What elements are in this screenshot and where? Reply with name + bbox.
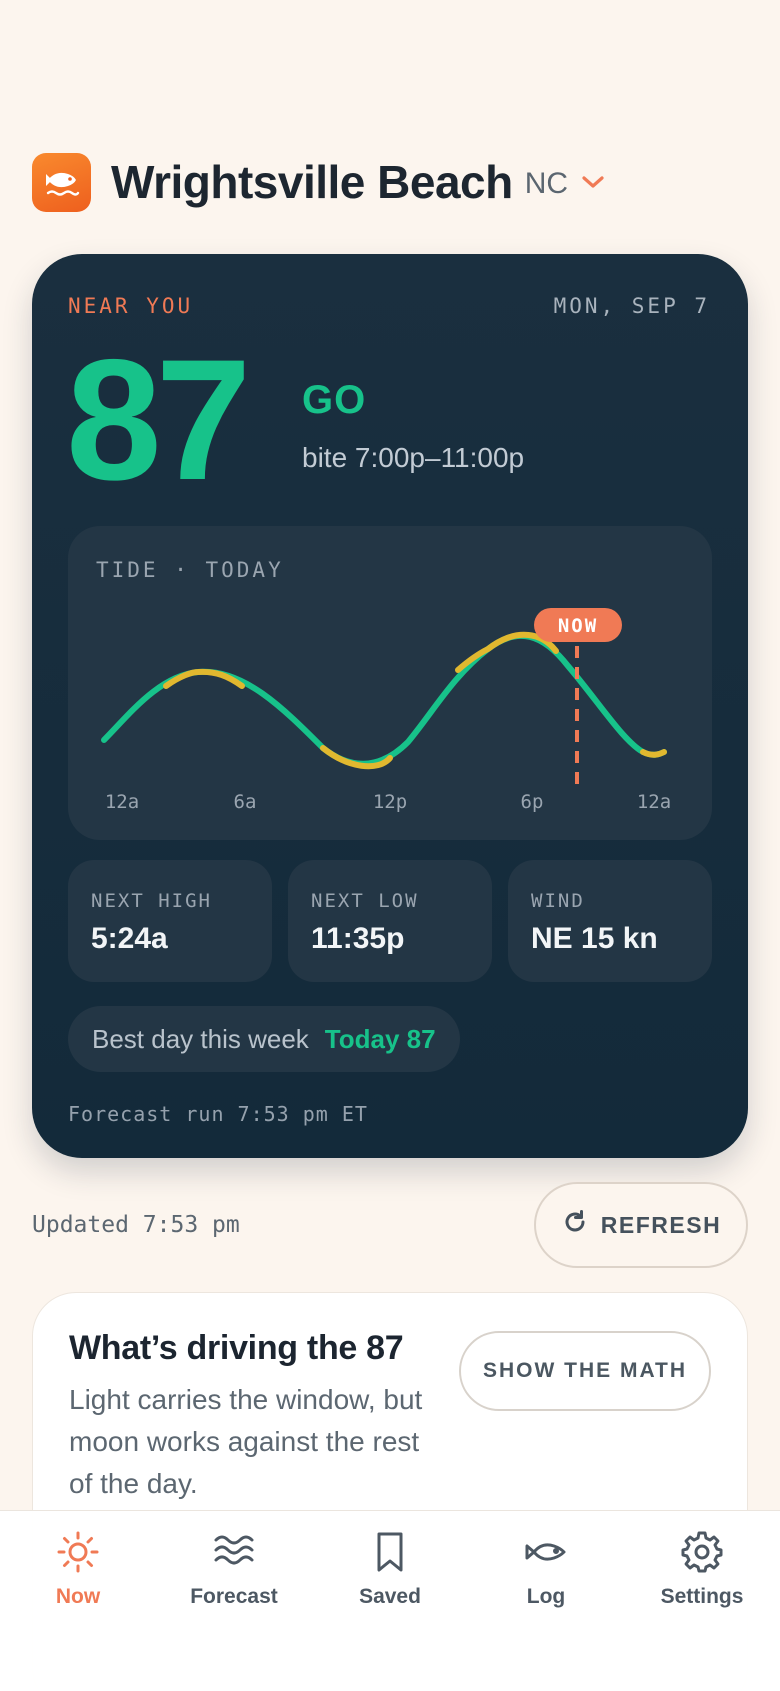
tab-forecast[interactable]: Forecast [156, 1511, 312, 1641]
tide-tick: 12a [637, 791, 671, 813]
fishing-score: 87 [66, 324, 251, 516]
waves-icon [212, 1527, 256, 1577]
location-state: NC [524, 167, 569, 200]
stat-wind: WIND NE 15 kn [508, 860, 712, 982]
stat-label: NEXT HIGH [91, 890, 212, 912]
near-you-label: NEAR YOU [68, 294, 194, 318]
tab-label: Settings [660, 1585, 744, 1608]
tide-curve [101, 632, 667, 767]
tab-bar: Now Forecast Saved Log Settings [0, 1510, 780, 1691]
tab-label: Saved [359, 1585, 421, 1608]
stat-label: WIND [531, 890, 585, 912]
tide-low-segment-1 [320, 745, 393, 770]
fish-icon [524, 1527, 568, 1577]
tab-label: Now [55, 1585, 101, 1608]
stat-label: NEXT LOW [311, 890, 419, 912]
tide-tick: 6p [521, 791, 544, 813]
tab-label: Log [526, 1585, 566, 1608]
chevron-down-icon[interactable] [580, 172, 606, 197]
sun-icon [56, 1527, 100, 1577]
tide-low-segment-2 [640, 749, 667, 758]
stat-next-low: NEXT LOW 11:35p [288, 860, 492, 982]
location-header[interactable]: Wrightsville Beach NC [32, 152, 606, 212]
forecast-run-label: Forecast run 7:53 pm ET [68, 1102, 368, 1126]
tab-saved[interactable]: Saved [312, 1511, 468, 1641]
tab-log[interactable]: Log [468, 1511, 624, 1641]
show-math-button[interactable]: SHOW THE MATH [459, 1331, 711, 1411]
fish-logo-icon [32, 152, 91, 212]
refresh-icon [561, 1208, 589, 1242]
bite-window: bite 7:00p–11:00p [302, 442, 525, 473]
tide-tick: 6a [234, 791, 257, 813]
bookmark-icon [368, 1527, 412, 1577]
tab-now[interactable]: Now [0, 1511, 156, 1641]
tide-tick: 12a [105, 791, 139, 813]
stat-value: 5:24a [91, 922, 168, 955]
gear-icon [680, 1527, 724, 1577]
driver-title: What’s driving the 87 [69, 1329, 404, 1367]
refresh-label: REFRESH [600, 1211, 722, 1238]
refresh-button[interactable]: REFRESH [534, 1182, 748, 1268]
tide-chart-panel: TIDE · TODAY NOW 12a 6a 12p 6p 12a [68, 526, 712, 840]
now-badge-label: NOW [558, 615, 598, 637]
score-card: NEAR YOU MON, SEP 7 87 GO bite 7:00p–11:… [32, 254, 748, 1158]
stat-next-high: NEXT HIGH 5:24a [68, 860, 272, 982]
tab-settings[interactable]: Settings [624, 1511, 780, 1641]
verdict-label: GO [302, 378, 367, 422]
date-label: MON, SEP 7 [553, 294, 710, 318]
best-day-value: Today 87 [324, 1023, 436, 1054]
tide-chart: NOW 12a 6a 12p 6p 12a [101, 608, 671, 813]
best-day-pill[interactable]: Best day this week Today 87 [68, 1006, 460, 1072]
best-day-label: Best day this week [92, 1023, 309, 1054]
stat-value: NE 15 kn [531, 922, 658, 955]
driver-description: Light carries the window, but moon works… [69, 1384, 423, 1499]
tide-tick: 12p [373, 791, 407, 813]
stat-value: 11:35p [311, 922, 405, 955]
location-name: Wrightsville Beach [111, 156, 513, 208]
tab-label: Forecast [190, 1585, 278, 1608]
updated-label: Updated 7:53 pm [32, 1212, 240, 1238]
